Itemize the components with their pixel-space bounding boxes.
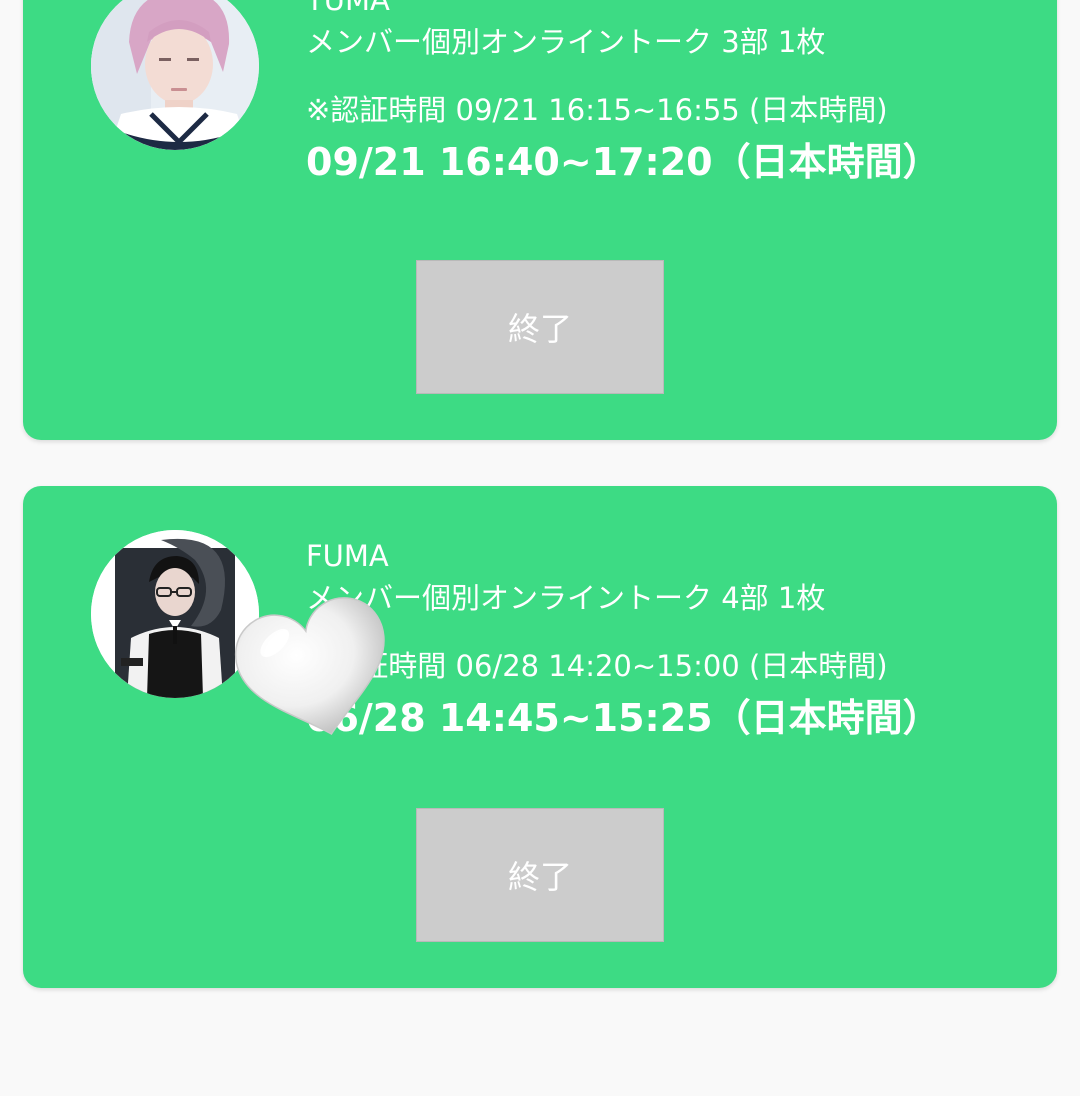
member-name: YUMA: [306, 0, 390, 17]
ticket-description: メンバー個別オンライントーク 4部 1枚: [306, 581, 826, 615]
ticket-description: メンバー個別オンライントーク 3部 1枚: [306, 25, 826, 59]
finished-button[interactable]: 終了: [416, 260, 664, 394]
auth-time: ※認証時間 09/21 16:15~16:55 (日本時間): [306, 93, 888, 127]
white-heart-icon: [230, 588, 400, 748]
ticket-info: FUMA メンバー個別オンライントーク 4部 1枚 ※認証時間 06/28 14…: [306, 536, 1017, 746]
member-name: FUMA: [306, 539, 389, 573]
member-avatar: [91, 0, 259, 150]
ticket-card: FUMA メンバー個別オンライントーク 4部 1枚 ※認証時間 06/28 14…: [23, 486, 1057, 988]
auth-time: ※認証時間 06/28 14:20~15:00 (日本時間): [306, 649, 888, 683]
talk-time: 09/21 16:40~17:20（日本時間）: [306, 140, 941, 184]
talk-time: 06/28 14:45~15:25（日本時間）: [306, 696, 941, 740]
ticket-info: YUMA メンバー個別オンライントーク 3部 1枚 ※認証時間 09/21 16…: [306, 0, 1017, 190]
ticket-card: YUMA メンバー個別オンライントーク 3部 1枚 ※認証時間 09/21 16…: [23, 0, 1057, 440]
finished-button[interactable]: 終了: [416, 808, 664, 942]
ticket-list: YUMA メンバー個別オンライントーク 3部 1枚 ※認証時間 09/21 16…: [0, 0, 1080, 1096]
